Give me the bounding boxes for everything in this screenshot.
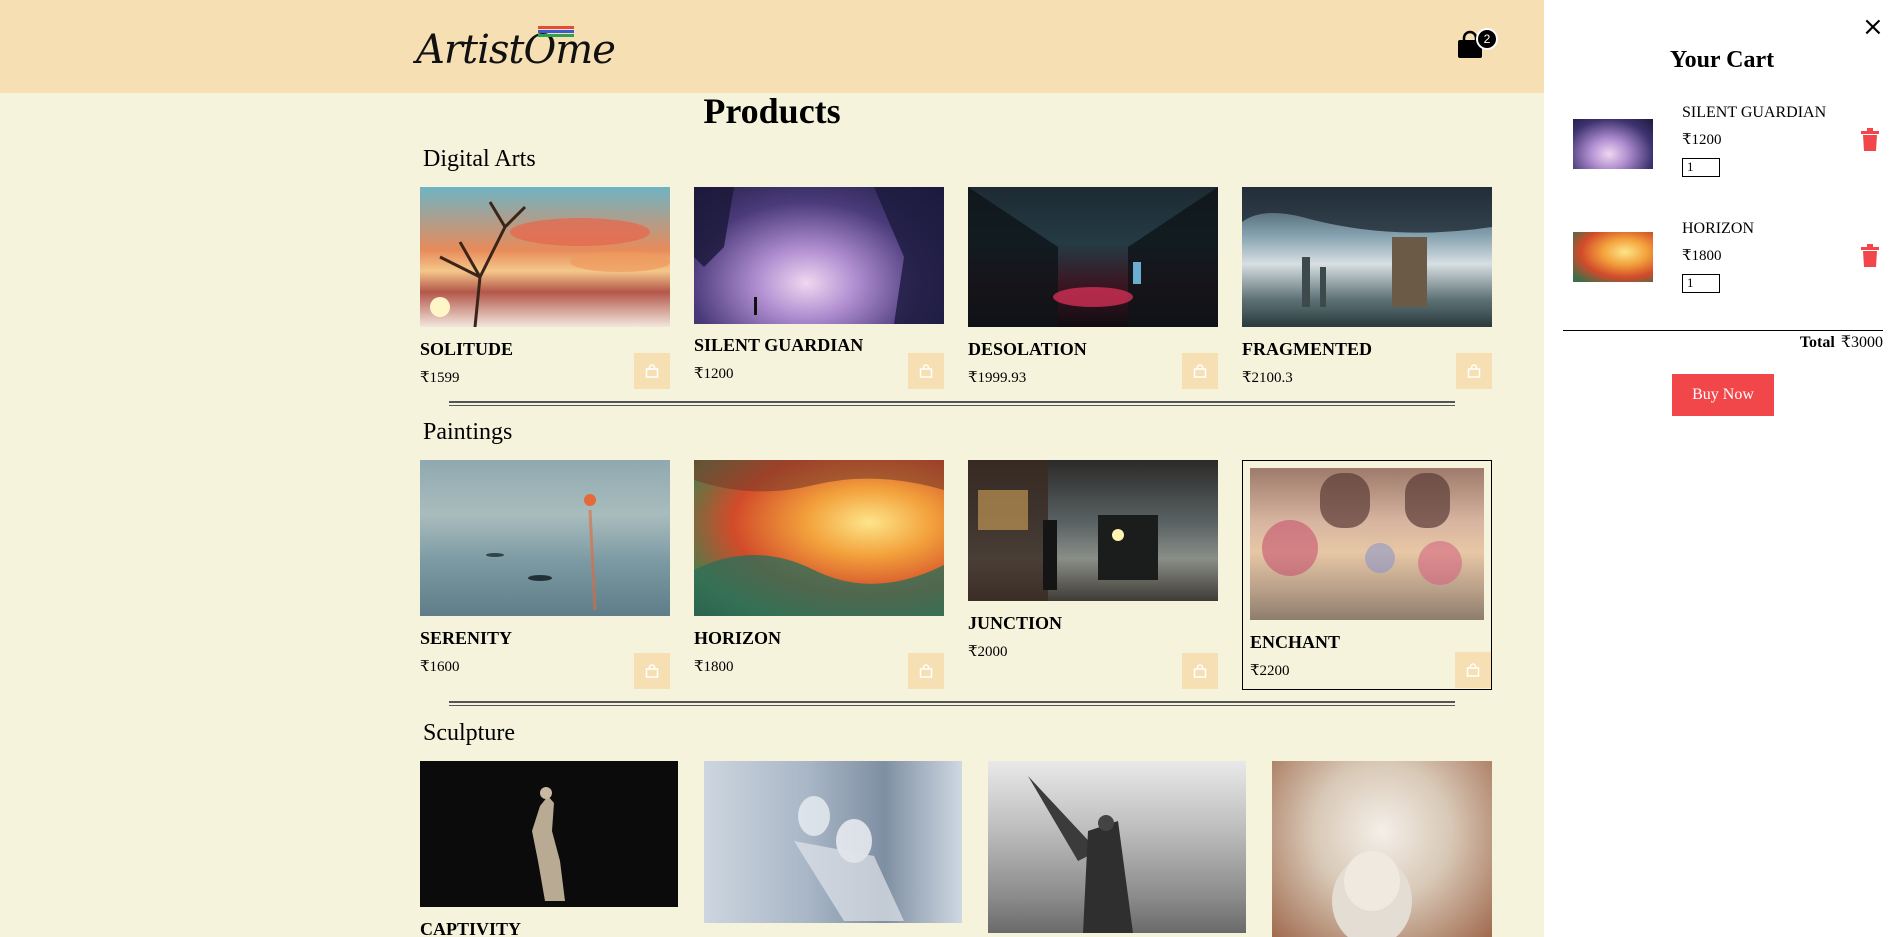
product-name: JUNCTION — [968, 613, 1063, 633]
product-card-sculpture-3[interactable] — [988, 761, 1246, 937]
product-name: FRAGMENTED — [1242, 339, 1372, 359]
product-name: ENCHANT — [1250, 632, 1341, 652]
trash-icon[interactable] — [1860, 128, 1880, 152]
logo-text: ArtistOme — [416, 27, 616, 73]
quantity-input[interactable]: 1 — [1682, 158, 1720, 177]
logo[interactable]: ArtistOme — [416, 20, 616, 73]
product-price: ₹2000 — [968, 644, 1008, 660]
product-name: DESOLATION — [968, 339, 1087, 359]
product-card-fragmented[interactable]: FRAGMENTED ₹2100.3 — [1242, 187, 1492, 389]
add-to-cart-button[interactable] — [1182, 653, 1218, 689]
product-name: SERENITY — [420, 628, 513, 648]
bag-icon — [645, 664, 659, 678]
section-divider — [449, 701, 1455, 706]
product-card-sculpture-2[interactable] — [704, 761, 962, 937]
product-image-sculpture-4[interactable] — [1272, 761, 1492, 937]
product-price: ₹2100.3 — [1242, 370, 1293, 386]
product-card-solitude[interactable]: SOLITUDE ₹1599 — [420, 187, 670, 389]
cart-divider — [1563, 330, 1883, 331]
product-price: ₹1599 — [420, 370, 460, 386]
category-title-digital-arts: Digital Arts — [423, 146, 536, 172]
cart-total: Total ₹3000 — [1800, 332, 1883, 352]
product-price: ₹1200 — [694, 366, 734, 382]
product-card-desolation[interactable]: DESOLATION ₹1999.93 — [968, 187, 1218, 389]
product-card-horizon[interactable]: HORIZON ₹1800 — [694, 460, 944, 690]
product-card-junction[interactable]: JUNCTION ₹2000 — [968, 460, 1218, 690]
add-to-cart-button[interactable] — [908, 353, 944, 389]
bag-icon — [1467, 364, 1481, 378]
product-price: ₹1999.93 — [968, 370, 1027, 386]
product-price: ₹1800 — [694, 659, 734, 675]
add-to-cart-button[interactable] — [634, 353, 670, 389]
page-title: Products — [703, 91, 841, 131]
product-image-solitude[interactable] — [420, 187, 670, 327]
product-image-desolation[interactable] — [968, 187, 1218, 327]
category-title-sculpture: Sculpture — [423, 720, 515, 746]
cart-item-thumbnail — [1573, 119, 1653, 169]
bag-icon — [645, 364, 659, 378]
add-to-cart-button[interactable] — [1182, 353, 1218, 389]
category-title-paintings: Paintings — [423, 419, 513, 445]
product-card-enchant[interactable]: ENCHANT ₹2200 — [1242, 460, 1492, 690]
cart-title: Your Cart — [1669, 47, 1775, 73]
product-name: SILENT GUARDIAN — [694, 335, 864, 355]
product-image-serenity[interactable] — [420, 460, 670, 616]
product-image-fragmented[interactable] — [1242, 187, 1492, 327]
product-name: HORIZON — [694, 628, 782, 648]
bag-icon — [1193, 664, 1207, 678]
quantity-input[interactable]: 1 — [1682, 274, 1720, 293]
product-card-captivity[interactable]: CAPTIVITY — [420, 761, 678, 937]
add-to-cart-button[interactable] — [634, 653, 670, 689]
cart-item-price: ₹1800 — [1682, 248, 1722, 264]
site-header: ArtistOme 2 — [0, 0, 1544, 93]
cart-count-badge: 2 — [1476, 28, 1498, 50]
cart-total-label: Total — [1799, 334, 1835, 351]
bag-icon — [1466, 663, 1480, 677]
buy-now-button[interactable]: Buy Now — [1672, 374, 1774, 416]
product-name: SOLITUDE — [420, 339, 514, 359]
product-price: ₹2200 — [1250, 663, 1290, 679]
add-to-cart-button[interactable] — [1455, 652, 1491, 688]
product-price: ₹1600 — [420, 659, 460, 675]
product-image-silent-guardian[interactable] — [694, 187, 944, 324]
cart-item-price: ₹1200 — [1682, 132, 1722, 148]
add-to-cart-button[interactable] — [908, 653, 944, 689]
product-image-sculpture-2[interactable] — [704, 761, 962, 923]
cart-total-value: ₹3000 — [1840, 334, 1883, 351]
add-to-cart-button[interactable] — [1456, 353, 1492, 389]
trash-icon[interactable] — [1860, 244, 1880, 268]
cart-item-thumbnail — [1573, 232, 1653, 282]
product-image-sculpture-3[interactable] — [988, 761, 1246, 933]
product-image-junction[interactable] — [968, 460, 1218, 601]
product-image-horizon[interactable] — [694, 460, 944, 616]
logo-stripes-icon — [538, 26, 574, 40]
product-name: CAPTIVITY — [420, 919, 522, 937]
bag-icon — [919, 364, 933, 378]
cart-item-name: SILENT GUARDIAN — [1682, 104, 1827, 121]
product-image-enchant[interactable] — [1250, 468, 1484, 620]
bag-icon — [919, 664, 933, 678]
product-image-captivity[interactable] — [420, 761, 678, 907]
close-icon[interactable]: × — [1862, 14, 1884, 40]
section-divider — [449, 401, 1455, 406]
product-card-sculpture-4[interactable] — [1272, 761, 1492, 937]
cart-item-name: HORIZON — [1682, 220, 1754, 237]
product-card-silent-guardian[interactable]: SILENT GUARDIAN ₹1200 — [694, 187, 944, 389]
bag-icon — [1193, 364, 1207, 378]
main-content: ArtistOme 2 Products Digital Arts SOLITU… — [0, 0, 1544, 937]
product-card-serenity[interactable]: SERENITY ₹1600 — [420, 460, 670, 690]
